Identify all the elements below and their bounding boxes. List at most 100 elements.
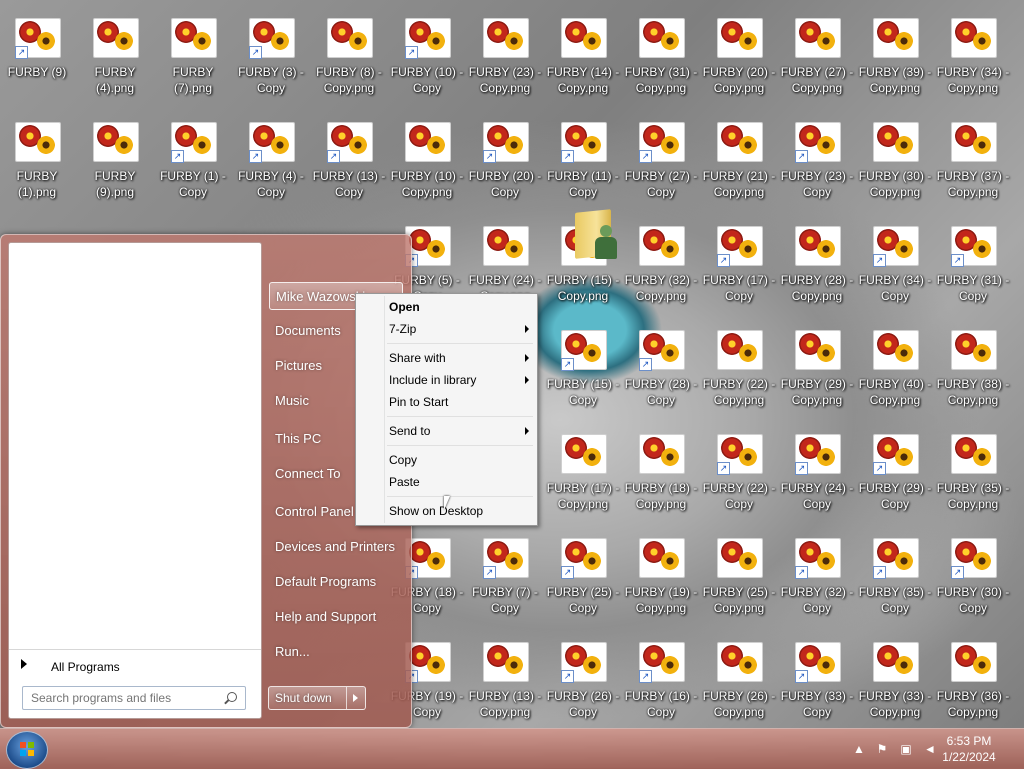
desktop-icon[interactable]: ↗ FURBY (26) - Copy — [546, 636, 620, 734]
desktop-icon[interactable]: FURBY (21) - Copy.png — [702, 116, 776, 214]
desktop-icon[interactable]: FURBY (18) - Copy.png — [624, 428, 698, 526]
image-file-icon — [795, 330, 841, 370]
desktop-icon[interactable]: FURBY (14) - Copy.png — [546, 12, 620, 110]
desktop-icon[interactable]: ↗ FURBY (4) - Copy — [234, 116, 308, 214]
desktop-icon[interactable]: ↗ FURBY (7) - Copy — [468, 532, 542, 630]
shutdown-button[interactable]: Shut down — [268, 686, 366, 710]
desktop-icon[interactable]: FURBY (17) - Copy.png — [546, 428, 620, 526]
desktop-icon[interactable]: FURBY (38) - Copy.png — [936, 324, 1010, 422]
taskbar: ▲ ⚑ ▣ ◄ 6:53 PM 1/22/2024 — [0, 728, 1024, 769]
desktop-icon[interactable]: ↗ FURBY (33) - Copy — [780, 636, 854, 734]
desktop-icon[interactable]: ↗ FURBY (25) - Copy — [546, 532, 620, 630]
desktop-icon[interactable]: FURBY (13) - Copy.png — [468, 636, 542, 734]
desktop-icon[interactable]: FURBY (19) - Copy.png — [624, 532, 698, 630]
clock[interactable]: 6:53 PM 1/22/2024 — [924, 733, 1014, 765]
context-menu-separator — [387, 496, 533, 497]
start-menu-item[interactable]: Devices and Printers — [269, 533, 403, 561]
desktop-icon-label: FURBY (21) - Copy.png — [702, 169, 776, 199]
desktop-icon[interactable]: FURBY (33) - Copy.png — [858, 636, 932, 734]
desktop-icon[interactable]: ↗ FURBY (13) - Copy — [312, 116, 386, 214]
start-menu-item[interactable]: Default Programs — [269, 568, 403, 596]
context-menu-item[interactable]: Pin to Start — [389, 392, 529, 412]
search-icon[interactable] — [227, 692, 237, 702]
context-menu-item[interactable]: Send to — [389, 421, 529, 441]
desktop-icon[interactable]: ↗ FURBY (9) — [0, 12, 74, 110]
start-menu-item[interactable]: Help and Support — [269, 603, 403, 631]
shortcut-arrow-icon: ↗ — [561, 358, 574, 371]
desktop-icon[interactable]: FURBY (22) - Copy.png — [702, 324, 776, 422]
context-menu-item[interactable]: Show on Desktop — [389, 501, 529, 521]
desktop-icon[interactable]: FURBY (23) - Copy.png — [468, 12, 542, 110]
desktop-icon[interactable]: ↗ FURBY (28) - Copy — [624, 324, 698, 422]
start-button[interactable] — [6, 731, 48, 769]
desktop-icon[interactable]: FURBY (20) - Copy.png — [702, 12, 776, 110]
flag-icon[interactable]: ⚑ — [874, 741, 890, 757]
network-icon[interactable]: ▣ — [898, 741, 914, 757]
shortcut-arrow-icon: ↗ — [639, 358, 652, 371]
desktop-icon[interactable]: FURBY (10) - Copy.png — [390, 116, 464, 214]
desktop-icon[interactable]: ↗ FURBY (15) - Copy — [546, 324, 620, 422]
image-file-icon — [795, 18, 841, 58]
desktop-icon-label: FURBY (33) - Copy.png — [858, 689, 932, 719]
desktop-icon[interactable]: FURBY (35) - Copy.png — [936, 428, 1010, 526]
desktop-icon-label: FURBY (40) - Copy.png — [858, 377, 932, 407]
desktop-icon[interactable]: FURBY (40) - Copy.png — [858, 324, 932, 422]
desktop-icon[interactable]: ↗ FURBY (20) - Copy — [468, 116, 542, 214]
desktop-icon[interactable]: FURBY (37) - Copy.png — [936, 116, 1010, 214]
desktop-icon[interactable]: ↗ FURBY (10) - Copy — [390, 12, 464, 110]
desktop-icon[interactable]: ↗ FURBY (22) - Copy — [702, 428, 776, 526]
desktop-icon[interactable]: ↗ FURBY (24) - Copy — [780, 428, 854, 526]
desktop-icon[interactable]: ↗ FURBY (31) - Copy — [936, 220, 1010, 318]
desktop-icon[interactable]: FURBY (26) - Copy.png — [702, 636, 776, 734]
desktop-icon[interactable]: FURBY (32) - Copy.png — [624, 220, 698, 318]
show-hidden-icons-icon[interactable]: ▲ — [851, 741, 867, 757]
context-menu-item[interactable]: Include in library — [389, 370, 529, 390]
desktop-icon[interactable]: ↗ FURBY (3) - Copy — [234, 12, 308, 110]
image-file-icon — [483, 18, 529, 58]
desktop-icon[interactable]: FURBY (34) - Copy.png — [936, 12, 1010, 110]
context-menu-item[interactable]: Copy — [389, 450, 529, 470]
start-menu-item[interactable]: Run... — [269, 638, 403, 666]
desktop-icon[interactable]: FURBY (1).png — [0, 116, 74, 214]
desktop-icon-label: FURBY (29) - Copy — [858, 481, 932, 511]
desktop-icon[interactable]: ↗ FURBY (35) - Copy — [858, 532, 932, 630]
clock-time: 6:53 PM — [946, 734, 992, 748]
search-input[interactable] — [29, 689, 219, 707]
search-box[interactable] — [22, 686, 246, 710]
desktop-icon[interactable]: ↗ FURBY (1) - Copy — [156, 116, 230, 214]
desktop-icon-label: FURBY (34) - Copy — [858, 273, 932, 303]
desktop-icon[interactable]: FURBY (8) - Copy.png — [312, 12, 386, 110]
desktop-icon[interactable]: ↗ FURBY (23) - Copy — [780, 116, 854, 214]
desktop-icon[interactable]: FURBY (36) - Copy.png — [936, 636, 1010, 734]
desktop-icon[interactable]: FURBY (7).png — [156, 12, 230, 110]
desktop-icon[interactable]: ↗ FURBY (32) - Copy — [780, 532, 854, 630]
desktop-icon[interactable]: ↗ FURBY (16) - Copy — [624, 636, 698, 734]
desktop-icon-label: FURBY (35) - Copy — [858, 585, 932, 615]
context-menu-item[interactable]: Open — [389, 297, 529, 317]
desktop-icon[interactable]: ↗ FURBY (17) - Copy — [702, 220, 776, 318]
shortcut-arrow-icon: ↗ — [483, 150, 496, 163]
desktop-icon[interactable]: FURBY (25) - Copy.png — [702, 532, 776, 630]
desktop-icon[interactable]: FURBY (27) - Copy.png — [780, 12, 854, 110]
desktop-icon[interactable]: FURBY (31) - Copy.png — [624, 12, 698, 110]
desktop-icon[interactable]: FURBY (9).png — [78, 116, 152, 214]
desktop-icon[interactable]: ↗ FURBY (29) - Copy — [858, 428, 932, 526]
context-menu-item[interactable]: Share with — [389, 348, 529, 368]
desktop-icon[interactable]: FURBY (39) - Copy.png — [858, 12, 932, 110]
user-picture[interactable] — [575, 207, 619, 263]
desktop-icon[interactable]: ↗ FURBY (27) - Copy — [624, 116, 698, 214]
context-menu-item[interactable]: 7-Zip — [389, 319, 529, 339]
shortcut-arrow-icon: ↗ — [483, 566, 496, 579]
all-programs-button[interactable]: All Programs — [9, 649, 261, 676]
desktop-icon[interactable]: FURBY (30) - Copy.png — [858, 116, 932, 214]
desktop-icon-label: FURBY (10) - Copy.png — [390, 169, 464, 199]
desktop-icon[interactable]: ↗ FURBY (11) - Copy — [546, 116, 620, 214]
desktop-icon-label: FURBY (15) - Copy.png — [546, 273, 620, 303]
shutdown-options-arrow-icon[interactable] — [346, 687, 365, 709]
desktop-icon[interactable]: FURBY (29) - Copy.png — [780, 324, 854, 422]
context-menu-item[interactable]: Paste — [389, 472, 529, 492]
desktop-icon[interactable]: ↗ FURBY (34) - Copy — [858, 220, 932, 318]
desktop-icon[interactable]: ↗ FURBY (30) - Copy — [936, 532, 1010, 630]
desktop-icon[interactable]: FURBY (28) - Copy.png — [780, 220, 854, 318]
desktop-icon[interactable]: FURBY (4).png — [78, 12, 152, 110]
